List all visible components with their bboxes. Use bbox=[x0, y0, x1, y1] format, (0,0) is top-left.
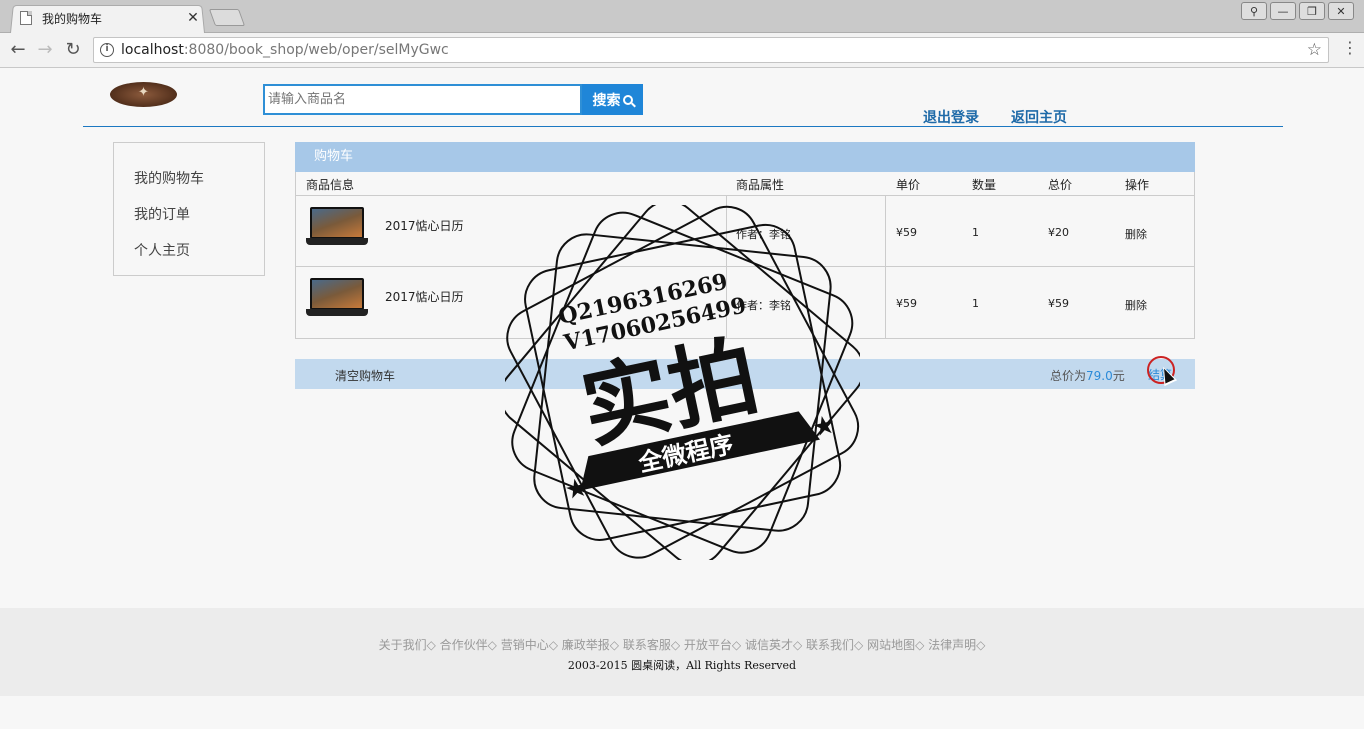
window-controls: ⚲ — ❐ ✕ bbox=[1238, 2, 1354, 20]
search-input[interactable] bbox=[263, 84, 582, 115]
tab-title: 我的购物车 bbox=[42, 11, 103, 26]
cart-total: 总价为79.0元 bbox=[1050, 367, 1125, 384]
product-name[interactable]: 2017惦心日历 bbox=[385, 217, 464, 234]
footer-links: 关于我们◇ 合作伙伴◇ 营销中心◇ 廉政举报◇ 联系客服◇ 开放平台◇ 诚信英才… bbox=[0, 636, 1364, 653]
column-header: 操作 bbox=[1125, 178, 1150, 192]
header-divider bbox=[83, 126, 1283, 127]
footer-link-legal[interactable]: 法律声明◇ bbox=[928, 638, 985, 652]
footer-link-marketing[interactable]: 营销中心◇ bbox=[501, 638, 558, 652]
close-tab-icon[interactable]: ✕ bbox=[186, 10, 200, 26]
column-header: 商品信息 bbox=[306, 178, 355, 192]
column-header: 单价 bbox=[896, 178, 921, 192]
total-label: 总价为 bbox=[1050, 369, 1087, 383]
total-unit: 元 bbox=[1112, 369, 1125, 383]
reload-icon[interactable]: ↻ bbox=[63, 40, 83, 60]
search-icon bbox=[622, 94, 633, 105]
row-total: ¥59 bbox=[1048, 297, 1069, 310]
footer-link-support[interactable]: 联系客服◇ bbox=[623, 638, 680, 652]
product-name[interactable]: 2017惦心日历 bbox=[385, 288, 464, 305]
copyright: 2003-2015 圆桌阅读，All Rights Reserved bbox=[567, 659, 797, 672]
product-thumbnail[interactable] bbox=[306, 278, 368, 318]
footer-link-sitemap[interactable]: 网站地图◇ bbox=[867, 638, 924, 652]
delete-button[interactable]: 删除 bbox=[1125, 226, 1147, 242]
user-icon[interactable]: ⚲ bbox=[1241, 2, 1267, 20]
minimize-icon[interactable]: — bbox=[1270, 2, 1296, 20]
unit-price: ¥59 bbox=[896, 297, 917, 310]
column-header: 总价 bbox=[1048, 178, 1073, 192]
browser-toolbar: ← → ↻ i localhost:8080/book_shop/web/ope… bbox=[0, 33, 1364, 68]
browser-tab-strip: 我的购物车 ✕ ⚲ — ❐ ✕ bbox=[0, 0, 1364, 33]
browser-menu-icon[interactable]: ⋮ bbox=[1342, 38, 1358, 57]
new-tab-button[interactable] bbox=[208, 9, 246, 26]
footer-link-contact[interactable]: 联系我们◇ bbox=[806, 638, 863, 652]
sidebar-item-profile[interactable]: 个人主页 bbox=[134, 240, 190, 260]
clear-cart-button[interactable]: 清空购物车 bbox=[335, 367, 395, 384]
quantity: 1 bbox=[972, 297, 979, 310]
browser-tab-content[interactable]: 我的购物车 ✕ bbox=[20, 8, 200, 28]
site-logo[interactable] bbox=[110, 82, 177, 107]
table-header: 商品信息 商品属性 单价 数量 总价 操作 bbox=[296, 172, 1194, 196]
unit-price: ¥59 bbox=[896, 226, 917, 239]
search-button[interactable]: 搜索 bbox=[582, 84, 643, 115]
delete-button[interactable]: 删除 bbox=[1125, 297, 1147, 313]
info-icon[interactable]: i bbox=[100, 43, 114, 57]
footer-link-platform[interactable]: 开放平台◇ bbox=[684, 638, 741, 652]
cart-title: 购物车 bbox=[295, 142, 1195, 172]
cell-divider bbox=[885, 196, 886, 267]
search-button-label: 搜索 bbox=[592, 91, 621, 108]
restore-icon[interactable]: ❐ bbox=[1299, 2, 1325, 20]
address-bar[interactable]: i localhost:8080/book_shop/web/oper/selM… bbox=[93, 37, 1329, 63]
url-path: :8080/book_shop/web/oper/selMyGwc bbox=[183, 42, 449, 58]
row-total: ¥20 bbox=[1048, 226, 1069, 239]
sidebar-item-cart[interactable]: 我的购物车 bbox=[134, 168, 204, 188]
url-host: localhost bbox=[121, 42, 184, 58]
window-close-icon[interactable]: ✕ bbox=[1328, 2, 1354, 20]
sidebar: 我的购物车 我的订单 个人主页 bbox=[113, 142, 265, 276]
footer-link-careers[interactable]: 诚信英才◇ bbox=[745, 638, 802, 652]
watermark-stamp: Q2196316269 V17060256499 实拍 全微程序 ★ ★ bbox=[505, 205, 860, 560]
footer-link-report[interactable]: 廉政举报◇ bbox=[562, 638, 619, 652]
column-header: 数量 bbox=[972, 178, 997, 192]
column-header: 商品属性 bbox=[736, 178, 785, 192]
logout-link[interactable]: 退出登录 bbox=[923, 107, 979, 127]
total-value: 79.0 bbox=[1086, 369, 1113, 383]
quantity: 1 bbox=[972, 226, 979, 239]
site-footer: 关于我们◇ 合作伙伴◇ 营销中心◇ 廉政举报◇ 联系客服◇ 开放平台◇ 诚信英才… bbox=[0, 608, 1364, 696]
page-icon bbox=[20, 11, 32, 25]
home-link[interactable]: 返回主页 bbox=[1011, 107, 1067, 127]
sidebar-item-orders[interactable]: 我的订单 bbox=[134, 204, 190, 224]
footer-link-about[interactable]: 关于我们◇ bbox=[379, 638, 436, 652]
forward-icon[interactable]: → bbox=[35, 40, 55, 60]
cell-divider bbox=[885, 267, 886, 338]
footer-link-partners[interactable]: 合作伙伴◇ bbox=[440, 638, 497, 652]
back-icon[interactable]: ← bbox=[8, 40, 28, 60]
bookmark-star-icon[interactable]: ☆ bbox=[1307, 40, 1322, 60]
product-thumbnail[interactable] bbox=[306, 207, 368, 247]
